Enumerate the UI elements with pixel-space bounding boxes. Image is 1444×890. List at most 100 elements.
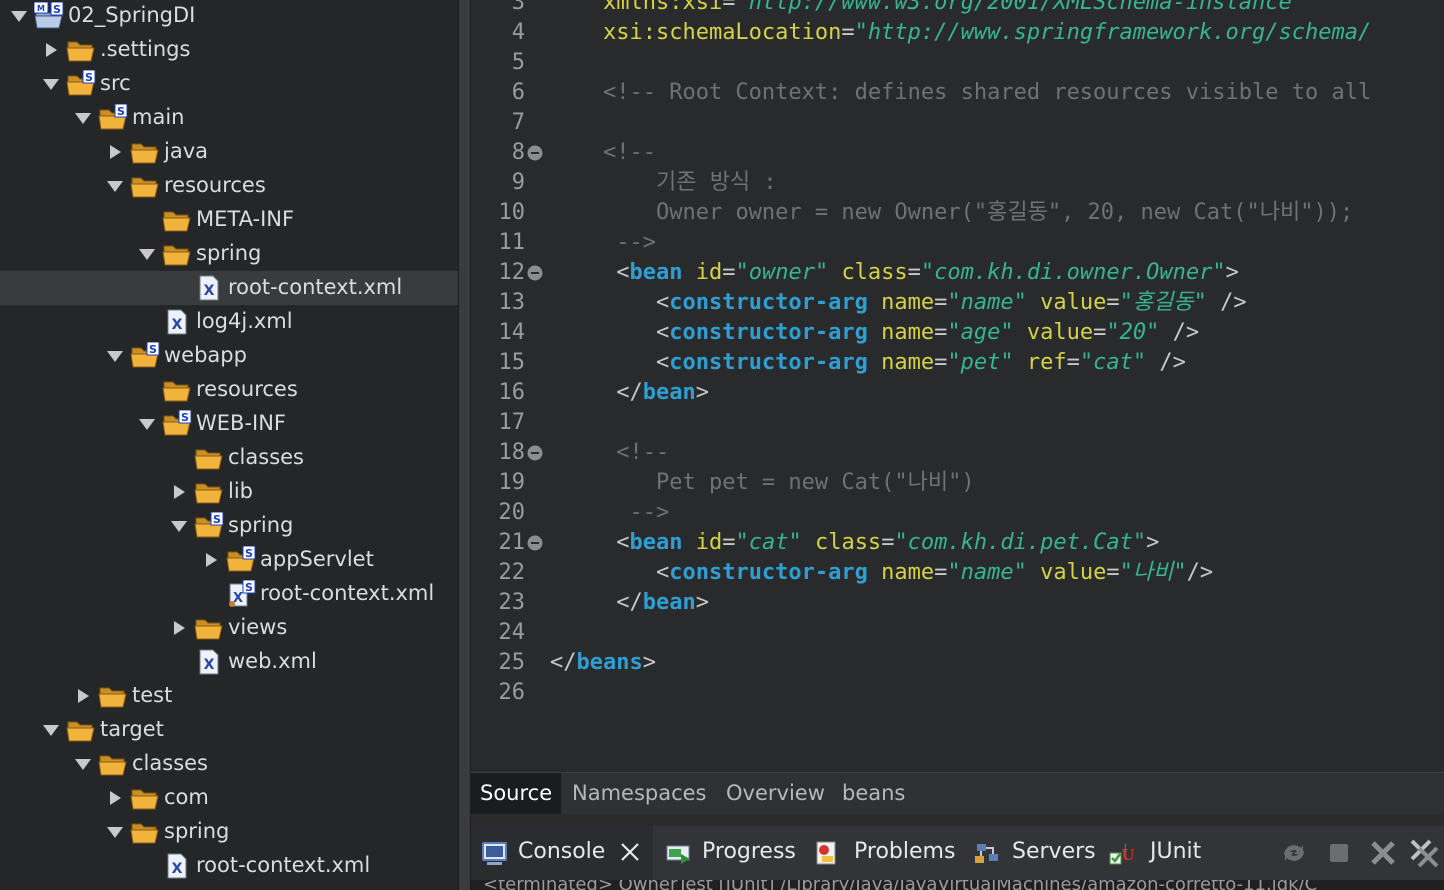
collapsed-triangle-icon[interactable] [170,483,188,501]
fold-collapse-icon[interactable] [527,535,543,551]
tree-item[interactable]: spring [0,815,458,849]
code-line[interactable]: 25 </beans> [471,648,1444,678]
editor-tab-namespaces[interactable]: Namespaces [563,773,716,814]
collapsed-triangle-icon[interactable] [202,551,220,569]
tree-item[interactable]: com [0,781,458,815]
xml-editor[interactable]: 3 xmlns:xsi="http://www.w3.org/2001/XMLS… [471,0,1444,772]
code-line[interactable]: 5 [471,48,1444,78]
tree-item[interactable]: lib [0,475,458,509]
tree-item[interactable]: target [0,713,458,747]
tree-item[interactable]: Xweb.xml [0,645,458,679]
code-line[interactable]: 14 <constructor-arg name="age" value="20… [471,318,1444,348]
fold-collapse-icon[interactable] [527,145,543,161]
code-line[interactable]: 22 <constructor-arg name="name" value="나… [471,558,1444,588]
expanded-triangle-icon[interactable] [74,109,92,127]
code-line[interactable]: 23 </bean> [471,588,1444,618]
tree-item[interactable]: X Sroot-context.xml [0,577,458,611]
remove-all-icon[interactable] [1409,838,1439,868]
editor-tab-source[interactable]: Source [471,773,562,814]
expanded-triangle-icon[interactable] [138,415,156,433]
tree-item[interactable]: classes [0,747,458,781]
servers-icon [973,840,1001,868]
tree-item[interactable]: classes [0,441,458,475]
code-line[interactable]: 9 기존 방식 : [471,168,1444,198]
code-line[interactable]: 3 xmlns:xsi="http://www.w3.org/2001/XMLS… [471,0,1444,18]
code-line[interactable]: 7 [471,108,1444,138]
view-tab-progress[interactable]: Progress [665,826,801,880]
sync-icon[interactable] [1279,838,1309,868]
token-attr: value [1040,560,1107,585]
code-text: Pet pet = new Cat("나비") [550,468,975,498]
code-line[interactable]: 12 <bean id="owner" class="com.kh.di.own… [471,258,1444,288]
code-line[interactable]: 17 [471,408,1444,438]
code-line[interactable]: 4 xsi:schemaLocation="http://www.springf… [471,18,1444,48]
tree-item-label: log4j.xml [196,309,293,333]
xml-file-icon: X [162,852,192,880]
view-tab-servers[interactable]: Servers [973,826,1103,880]
token-punc [868,320,881,345]
view-tab-problems[interactable]: Problems [813,826,959,880]
collapsed-triangle-icon[interactable] [74,687,92,705]
code-line[interactable]: 16 </bean> [471,378,1444,408]
code-line[interactable]: 26 [471,678,1444,708]
code-line[interactable]: 13 <constructor-arg name="name" value="홍… [471,288,1444,318]
tree-item[interactable]: M S 02_SpringDI [0,0,458,33]
expanded-triangle-icon[interactable] [106,823,124,841]
code-line[interactable]: 21 <bean id="cat" class="com.kh.di.pet.C… [471,528,1444,558]
code-line[interactable]: 8 <!-- [471,138,1444,168]
code-line[interactable]: 18 <!-- [471,438,1444,468]
token-str: "owner" [735,260,829,285]
token-punc: </ [550,650,577,675]
expanded-triangle-icon[interactable] [106,347,124,365]
tree-item[interactable]: Xroot-context.xml [0,849,458,883]
tree-item[interactable]: views [0,611,458,645]
editor-tab-beans[interactable]: beans [833,773,914,814]
tree-item[interactable]: SappServlet [0,543,458,577]
expanded-triangle-icon[interactable] [138,245,156,263]
code-line[interactable]: 11 --> [471,228,1444,258]
code-line[interactable]: 6 <!-- Root Context: defines shared reso… [471,78,1444,108]
expanded-triangle-icon[interactable] [42,75,60,93]
tree-item[interactable]: Sspring [0,509,458,543]
code-line[interactable]: 10 Owner owner = new Owner("홍길동", 20, ne… [471,198,1444,228]
tree-item[interactable]: Swebapp [0,339,458,373]
collapsed-triangle-icon[interactable] [106,143,124,161]
fold-collapse-icon[interactable] [527,445,543,461]
view-tab-junit[interactable]: U J JUnit [1108,826,1218,880]
token-punc [1027,290,1040,315]
line-number: 18 [498,440,526,465]
tree-item[interactable]: Xroot-context.xml [0,271,458,305]
stop-icon[interactable] [1324,838,1354,868]
line-number: 7 [511,110,525,135]
tree-item[interactable]: Smain [0,101,458,135]
tree-item[interactable]: .settings [0,33,458,67]
tree-item[interactable]: resources [0,373,458,407]
collapsed-triangle-icon[interactable] [42,41,60,59]
tree-item[interactable]: S WEB-INF [0,407,458,441]
tree-item[interactable]: META-INF [0,203,458,237]
expanded-triangle-icon[interactable] [74,755,92,773]
tree-item[interactable]: test [0,679,458,713]
code-line[interactable]: 20 --> [471,498,1444,528]
line-number: 19 [498,470,526,495]
collapsed-triangle-icon[interactable] [170,619,188,637]
expanded-triangle-icon[interactable] [42,721,60,739]
collapsed-triangle-icon[interactable] [106,789,124,807]
code-line[interactable]: 15 <constructor-arg name="pet" ref="cat"… [471,348,1444,378]
panel-divider[interactable] [458,0,471,890]
tree-item[interactable]: Xlog4j.xml [0,305,458,339]
view-tab-console[interactable]: Console [471,826,653,880]
editor-tab-overview[interactable]: Overview [717,773,834,814]
expanded-triangle-icon[interactable] [170,517,188,535]
tree-item[interactable]: resources [0,169,458,203]
tree-item[interactable]: spring [0,237,458,271]
remove-launch-icon[interactable] [1368,838,1398,868]
tree-item[interactable]: Ssrc [0,67,458,101]
code-line[interactable]: 24 [471,618,1444,648]
close-icon[interactable] [619,841,641,863]
code-line[interactable]: 19 Pet pet = new Cat("나비") [471,468,1444,498]
expanded-triangle-icon[interactable] [10,7,28,25]
expanded-triangle-icon[interactable] [106,177,124,195]
fold-collapse-icon[interactable] [527,265,543,281]
tree-item[interactable]: java [0,135,458,169]
